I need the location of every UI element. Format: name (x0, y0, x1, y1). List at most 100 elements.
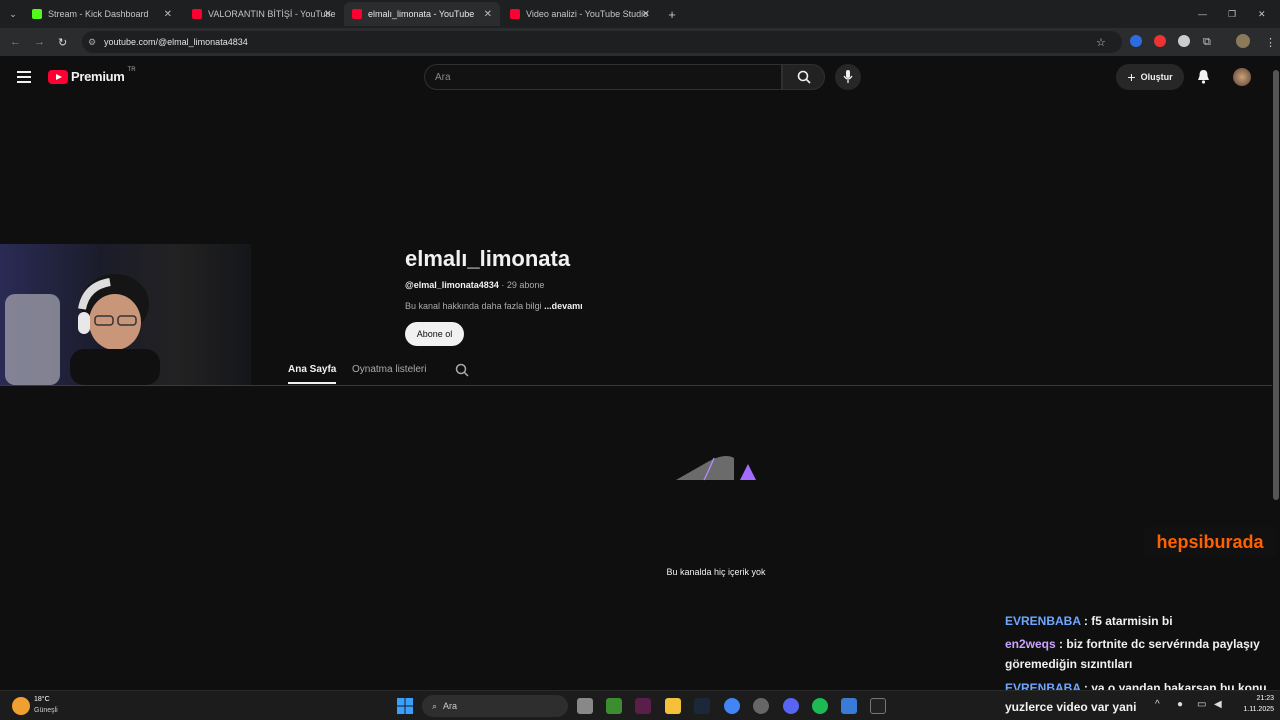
page-scrollbar[interactable] (1273, 70, 1279, 500)
profile-avatar[interactable] (1236, 34, 1250, 48)
search-icon (797, 70, 811, 84)
weather-temp: 18°C (34, 696, 50, 703)
app-icon[interactable] (753, 698, 769, 714)
clock-date: 1.11.2025 (1243, 706, 1274, 713)
tab-valorant-video[interactable]: VALORANTIN BİTİŞİ - YouTube ✕ (184, 2, 340, 26)
empty-state-illustration (676, 456, 756, 481)
streamer-webcam-image (5, 274, 160, 385)
shield-icon[interactable] (1178, 35, 1190, 47)
reload-icon[interactable]: ↻ (58, 36, 67, 49)
spotify-icon[interactable] (812, 698, 828, 714)
channel-search-icon[interactable] (455, 363, 469, 377)
account-avatar[interactable] (1233, 68, 1251, 86)
minimize-button[interactable]: — (1198, 2, 1214, 26)
create-label: Oluştur (1140, 72, 1173, 82)
youtube-icon (510, 9, 520, 19)
volume-icon[interactable]: ◀ (1214, 699, 1222, 710)
tab-youtube-studio[interactable]: Video analizi - YouTube Studio ✕ (502, 2, 658, 26)
taskbar-search-placeholder: Ara (443, 701, 458, 711)
forward-icon[interactable]: → (34, 36, 45, 48)
chat-text: göremediğin sızıntıları (1005, 657, 1133, 671)
windows-start-icon[interactable] (397, 698, 413, 714)
chat-message: en2weqs : biz fortnite dc servérında pay… (1005, 637, 1260, 651)
file-explorer-icon[interactable] (665, 698, 681, 714)
extensions-puzzle-icon[interactable]: ⧉ (1203, 36, 1211, 49)
close-icon[interactable]: ✕ (642, 9, 650, 20)
url-field[interactable]: ⚙ youtube.com/@elmal_limonata4834 (82, 31, 1122, 53)
channel-meta: @elmal_limonata4834 · 29 abone (405, 280, 544, 290)
search-input[interactable]: Ara (424, 64, 782, 90)
tab-channel[interactable]: elmalı_limonata - YouTube ✕ (344, 2, 500, 26)
channel-name: elmalı_limonata (405, 246, 571, 271)
address-bar-row: ← → ↻ ⚙ youtube.com/@elmal_limonata4834 … (0, 28, 1280, 56)
back-icon[interactable]: ← (10, 36, 21, 48)
search-button[interactable] (782, 64, 825, 90)
tab-label: VALORANTIN BİTİŞİ - YouTube (208, 9, 336, 19)
chat-username: en2weqs (1005, 637, 1056, 651)
new-tab-button[interactable]: + (662, 2, 682, 26)
microphone-icon (843, 70, 853, 83)
browser-menu-icon[interactable]: ⋮ (1265, 36, 1276, 49)
channel-handle: @elmal_limonata4834 (405, 280, 499, 290)
youtube-icon (192, 9, 202, 19)
region-code: TR (127, 66, 136, 73)
chat-message: EVRENBABA : f5 atarmisin bi (1005, 614, 1173, 628)
close-icon[interactable]: ✕ (484, 9, 492, 20)
bookmark-star-icon[interactable]: ☆ (1096, 36, 1106, 49)
tab-kick-dashboard[interactable]: Stream - Kick Dashboard ✕ (24, 2, 180, 26)
microphone-icon[interactable]: ● (1177, 699, 1183, 710)
webcam-overlay (0, 244, 251, 385)
chat-text: : f5 atarmisin bi (1083, 614, 1173, 628)
search-icon: ⌕ (432, 700, 438, 711)
task-view-icon[interactable] (577, 698, 593, 714)
site-info-icon[interactable]: ⚙ (88, 37, 96, 48)
chat-text: : biz fortnite dc servérında paylaşıy (1059, 637, 1260, 651)
minecraft-icon[interactable] (606, 698, 622, 714)
create-button[interactable]: + Oluştur (1116, 64, 1184, 90)
windows-taskbar: 18°C Güneşli ⌕ Ara yuzlerce video var ya… (0, 690, 1280, 720)
weather-icon[interactable] (12, 697, 30, 715)
tray-chevron-icon[interactable]: ^ (1155, 699, 1160, 710)
chat-text: yuzlerce video var yani (1005, 700, 1137, 714)
steam-icon[interactable] (694, 698, 710, 714)
epic-games-icon[interactable] (870, 698, 886, 714)
close-icon[interactable]: ✕ (164, 9, 172, 20)
notifications-bell-icon[interactable] (1197, 69, 1210, 84)
app-icon[interactable] (635, 698, 651, 714)
close-icon[interactable]: ✕ (324, 9, 332, 20)
logo-text: Premium (71, 69, 125, 84)
tab-label: Video analizi - YouTube Studio (526, 9, 649, 19)
voice-search-button[interactable] (835, 64, 861, 90)
description-text: Bu kanal hakkında daha fazla bilgi (405, 301, 542, 311)
empty-channel-message: Bu kanalda hiç içerik yok (666, 567, 766, 577)
subscribe-button[interactable]: Abone ol (405, 322, 464, 346)
youtube-icon (352, 9, 362, 19)
network-icon[interactable]: ▭ (1197, 699, 1206, 710)
maximize-button[interactable]: ❐ (1228, 2, 1244, 26)
window-close-button[interactable]: ✕ (1258, 2, 1274, 26)
youtube-play-icon (48, 69, 68, 84)
kick-icon (32, 9, 42, 19)
tab-label: elmalı_limonata - YouTube (368, 9, 475, 19)
app-icon[interactable] (841, 698, 857, 714)
channel-description[interactable]: Bu kanal hakkında daha fazla bilgi ...de… (405, 301, 583, 311)
tab-search-chevron[interactable]: ⌄ (4, 4, 22, 24)
chrome-icon[interactable] (724, 698, 740, 714)
subscriber-count: · 29 abone (501, 280, 545, 290)
discord-icon[interactable] (783, 698, 799, 714)
weather-desc: Güneşli (34, 707, 58, 714)
youtube-logo[interactable]: Premium TR (48, 66, 136, 84)
extension-icon[interactable] (1130, 35, 1142, 47)
browser-tab-bar: ⌄ Stream - Kick Dashboard ✕ VALORANTIN B… (0, 0, 1280, 28)
sponsor-logo: hepsiburada (1144, 527, 1276, 557)
search-placeholder: Ara (435, 71, 451, 83)
chat-message-continued: göremediğin sızıntıları (1005, 657, 1132, 671)
taskbar-search[interactable]: ⌕ Ara (422, 695, 568, 717)
chat-username: EVRENBABA (1005, 614, 1081, 628)
tab-playlists[interactable]: Oynatma listeleri (352, 364, 426, 375)
more-link[interactable]: ...devamı (544, 301, 583, 311)
menu-icon[interactable] (17, 71, 31, 83)
clock-time: 21:23 (1256, 695, 1274, 702)
tab-home[interactable]: Ana Sayfa (288, 364, 337, 384)
extension-icon[interactable] (1154, 35, 1166, 47)
